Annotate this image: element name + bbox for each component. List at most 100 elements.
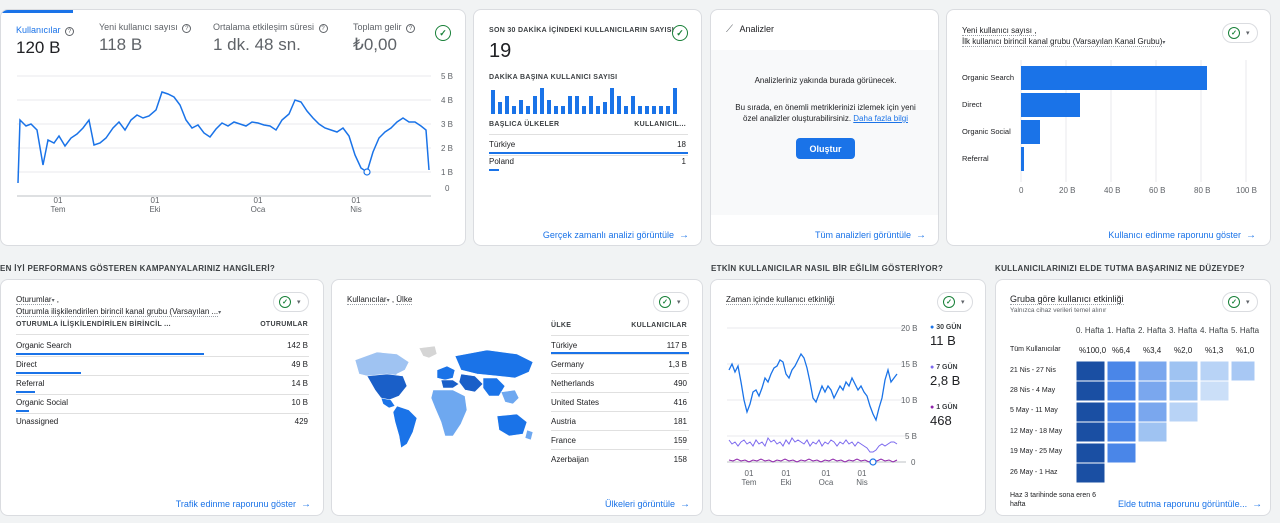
arrow-right-icon: → bbox=[680, 499, 690, 510]
acq-footer-link[interactable]: Kullanıcı edinme raporunu göster → bbox=[1108, 225, 1256, 243]
status-pill[interactable]: ✓ ▾ bbox=[937, 292, 973, 312]
x-tick: 60 B bbox=[1149, 186, 1166, 195]
status-check-icon: ✓ bbox=[659, 296, 671, 308]
cohort-footer-link[interactable]: Elde tutma raporunu görüntüle... → bbox=[1118, 494, 1262, 512]
status-check-icon[interactable]: ✓ bbox=[672, 25, 688, 41]
status-check-icon: ✓ bbox=[279, 296, 291, 308]
status-pill[interactable]: ✓ ▾ bbox=[1222, 292, 1258, 312]
cohort-heatmap bbox=[1076, 361, 1256, 484]
col-country: BAŞLICA ÜLKELER bbox=[489, 121, 560, 128]
map-region bbox=[436, 365, 456, 381]
map-region bbox=[524, 429, 534, 441]
per-minute-label: DAKİKA BAŞINA KULLANICI SAYISI bbox=[489, 74, 618, 81]
x-tick: 01 Eki bbox=[149, 196, 161, 214]
arrow-right-icon: → bbox=[301, 499, 311, 510]
sessions-title-line2[interactable]: Oturumla ilişkilendirilen birincil kanal… bbox=[16, 307, 222, 317]
insights-body: Bu sırada, en önemli metriklerinizi izle… bbox=[735, 103, 916, 123]
map-region bbox=[392, 405, 418, 449]
cohort-note: Haz 3 tarihinde sona eren 6 hafta bbox=[1010, 492, 1096, 508]
y-tick: 1 B bbox=[441, 168, 454, 177]
x-tick: 01 Oca bbox=[818, 469, 834, 487]
caret-down-icon: ▾ bbox=[1162, 40, 1166, 46]
acq-title-line2[interactable]: İlk kullanıcı birincil kanal grubu (Vars… bbox=[962, 37, 1166, 47]
sessions-footer-link[interactable]: Trafik edinme raporunu göster → bbox=[176, 494, 311, 512]
acq-category: Direct bbox=[962, 100, 983, 109]
map-region bbox=[454, 349, 534, 379]
overview-card: Kullanıcılar ? 120 B Yeni kullanıcı sayı… bbox=[0, 9, 466, 246]
table-row-value: 49 B bbox=[291, 360, 308, 369]
realtime-row-country: Poland bbox=[489, 157, 514, 166]
table-row-label: Direct bbox=[16, 360, 37, 369]
series-7-day bbox=[728, 436, 898, 453]
table-row-value: 159 bbox=[673, 436, 687, 445]
cohort-cell bbox=[1106, 380, 1137, 402]
status-check-icon: ✓ bbox=[943, 296, 955, 308]
cohort-title[interactable]: Gruba göre kullanıcı etkinliği bbox=[1010, 294, 1124, 305]
y-tick: 5 B bbox=[441, 72, 454, 81]
caret-down-icon: ▾ bbox=[961, 299, 965, 306]
countries-title[interactable]: Kullanıcılar▾ , Ülke bbox=[347, 295, 413, 305]
col-country: ÜLKE bbox=[551, 322, 572, 329]
cohort-row-label: 28 Nis - 4 May bbox=[1010, 387, 1056, 394]
insights-footer-link[interactable]: Tüm analizleri görüntüle → bbox=[815, 225, 926, 243]
cohort-row-label: 21 Nis - 27 Nis bbox=[1010, 367, 1056, 374]
col-users: KULLANICILAR bbox=[631, 322, 687, 329]
activity-line-chart bbox=[727, 327, 906, 466]
map-region bbox=[430, 389, 468, 437]
insights-headline: Analizleriniz yakında burada görünecek. bbox=[754, 76, 897, 85]
realtime-footer-link[interactable]: Gerçek zamanlı analizi görüntüle → bbox=[543, 225, 689, 243]
col-channel: OTURUMLA İLİŞKİLENDİRİLEN BİRİNCİL ... bbox=[16, 321, 171, 328]
status-check-icon[interactable]: ✓ bbox=[435, 25, 451, 41]
metric-engagement-tab[interactable]: Ortalama etkileşim süresi ? 1 dk. 48 sn. bbox=[213, 10, 343, 66]
insights-card: ⟋ Analizler Analizleriniz yakında burada… bbox=[710, 9, 939, 246]
sessions-title-line1[interactable]: Oturumlar▾ , bbox=[16, 295, 59, 305]
learn-more-link[interactable]: Daha fazla bilgi bbox=[853, 114, 908, 123]
cohort-cell bbox=[1076, 361, 1106, 382]
x-tick: 100 B bbox=[1236, 186, 1257, 195]
cohort-cell bbox=[1106, 421, 1137, 443]
status-pill[interactable]: ✓ ▾ bbox=[273, 292, 309, 312]
cohort-row-label: 5 May - 11 May bbox=[1010, 407, 1058, 414]
cohort-cell bbox=[1076, 462, 1106, 484]
acq-bar-chart: Organic Search Direct Organic Social Ref… bbox=[962, 60, 1247, 182]
create-insight-button[interactable]: Oluştur bbox=[796, 138, 855, 159]
col-sessions: OTURUMLAR bbox=[260, 321, 308, 328]
cohort-cell bbox=[1230, 361, 1256, 382]
world-map bbox=[354, 345, 534, 449]
arrow-right-icon: → bbox=[679, 230, 689, 241]
y-tick: 5 B bbox=[905, 432, 918, 441]
help-icon[interactable]: ? bbox=[406, 24, 416, 33]
acquisition-card: Yeni kullanıcı sayısı , İlk kullanıcı bi… bbox=[946, 9, 1271, 246]
map-region bbox=[458, 373, 484, 393]
cohort-row-label: 26 May - 1 Haz bbox=[1010, 469, 1058, 476]
caret-down-icon: ▾ bbox=[677, 299, 681, 306]
metric-revenue-tab[interactable]: Toplam gelir ? ₺0,00 bbox=[353, 10, 428, 66]
help-icon[interactable]: ? bbox=[182, 24, 192, 33]
table-row-label: Referral bbox=[16, 379, 45, 388]
table-row-label: United States bbox=[551, 398, 600, 407]
status-pill[interactable]: ✓ ▾ bbox=[653, 292, 689, 312]
activity-title[interactable]: Zaman içinde kullanıcı etkinliği bbox=[726, 295, 835, 305]
x-tick: 01 Tem bbox=[741, 469, 757, 487]
help-icon[interactable]: ? bbox=[318, 24, 328, 33]
week-header: 1. Hafta bbox=[1107, 326, 1136, 335]
y-tick: 2 B bbox=[441, 144, 454, 153]
cohort-cell bbox=[1076, 380, 1106, 402]
arrow-right-icon: → bbox=[916, 230, 926, 241]
metric-new-users-tab[interactable]: Yeni kullanıcı sayısı ? 118 B bbox=[99, 10, 204, 66]
legend-30-day: ● 30 GÜN 11 B bbox=[930, 324, 962, 348]
caret-down-icon: ▾ bbox=[218, 310, 222, 316]
metric-value: ₺0,00 bbox=[353, 35, 397, 54]
cohort-cell bbox=[1137, 401, 1168, 423]
metric-users-tab[interactable]: Kullanıcılar ? 120 B bbox=[1, 10, 75, 66]
acq-bar bbox=[1021, 120, 1040, 144]
status-pill[interactable]: ✓ ▾ bbox=[1222, 23, 1258, 43]
help-icon[interactable]: ? bbox=[65, 27, 75, 36]
cohort-cell bbox=[1137, 421, 1168, 443]
map-region bbox=[380, 397, 396, 409]
countries-footer-link[interactable]: Ülkeleri görüntüle → bbox=[605, 494, 690, 512]
section-heading: KULLANICILARINIZI ELDE TUTMA BAŞARINIZ N… bbox=[995, 264, 1245, 273]
all-users-value: %3,4 bbox=[1143, 346, 1162, 355]
table-row-label: Unassigned bbox=[16, 417, 59, 426]
acq-title-line1[interactable]: Yeni kullanıcı sayısı , bbox=[962, 26, 1037, 36]
